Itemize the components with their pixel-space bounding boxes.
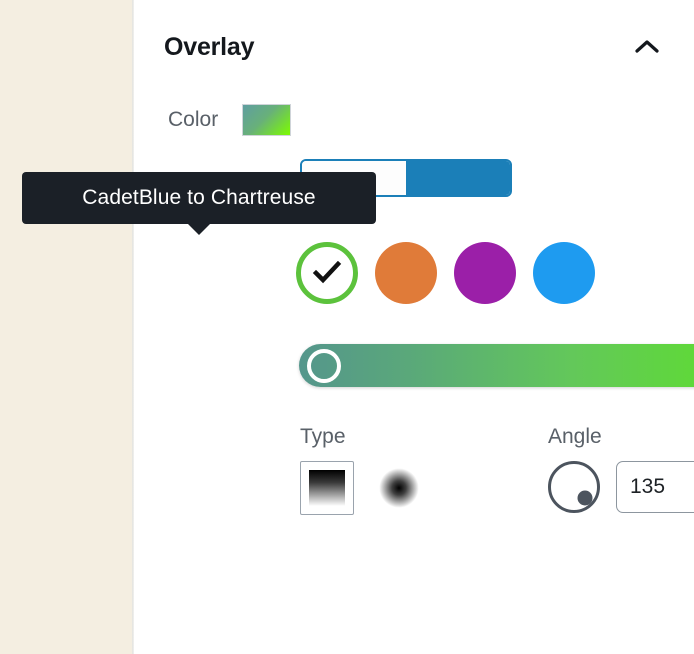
angle-row bbox=[548, 461, 694, 513]
preset-swatch-orange[interactable] bbox=[375, 242, 437, 304]
type-label: Type bbox=[300, 425, 346, 448]
check-icon bbox=[301, 247, 353, 299]
type-linear-option[interactable] bbox=[300, 461, 354, 515]
chevron-up-icon bbox=[635, 39, 659, 55]
segment-gradient[interactable] bbox=[406, 161, 510, 195]
preset-swatch-list bbox=[296, 242, 595, 304]
linear-gradient-icon bbox=[309, 470, 345, 506]
canvas-area[interactable] bbox=[0, 0, 132, 654]
gradient-stop-start-handle[interactable] bbox=[307, 348, 341, 383]
panel-header: Overlay bbox=[164, 24, 664, 70]
preset-swatch-purple[interactable] bbox=[454, 242, 516, 304]
angle-block: Angle bbox=[548, 425, 694, 513]
type-options bbox=[300, 461, 426, 515]
overlay-settings-panel: Overlay Color Type Angle 135 bbox=[134, 0, 694, 654]
angle-dial[interactable] bbox=[548, 461, 600, 513]
tooltip-label: CadetBlue to Chartreuse bbox=[82, 186, 316, 209]
color-row: Color bbox=[168, 104, 292, 136]
gradient-tooltip: CadetBlue to Chartreuse bbox=[22, 172, 376, 235]
radial-gradient-icon bbox=[379, 468, 419, 508]
angle-input[interactable] bbox=[616, 461, 694, 513]
overlay-panel-screen: Overlay Color Type Angle 135 CadetBlue t… bbox=[0, 0, 694, 654]
type-block: Type bbox=[300, 425, 426, 515]
preset-swatch-green[interactable] bbox=[296, 242, 358, 304]
angle-dial-handle[interactable] bbox=[577, 490, 593, 506]
angle-label: Angle bbox=[548, 425, 602, 448]
gradient-stop-slider[interactable] bbox=[299, 344, 694, 387]
collapse-panel-button[interactable] bbox=[630, 30, 664, 64]
preset-swatch-blue[interactable] bbox=[533, 242, 595, 304]
gradient-swatch[interactable] bbox=[242, 104, 292, 136]
color-label: Color bbox=[168, 108, 219, 131]
tooltip-arrow bbox=[187, 223, 211, 235]
page-title: Overlay bbox=[164, 32, 255, 61]
type-radial-option[interactable] bbox=[372, 461, 426, 515]
